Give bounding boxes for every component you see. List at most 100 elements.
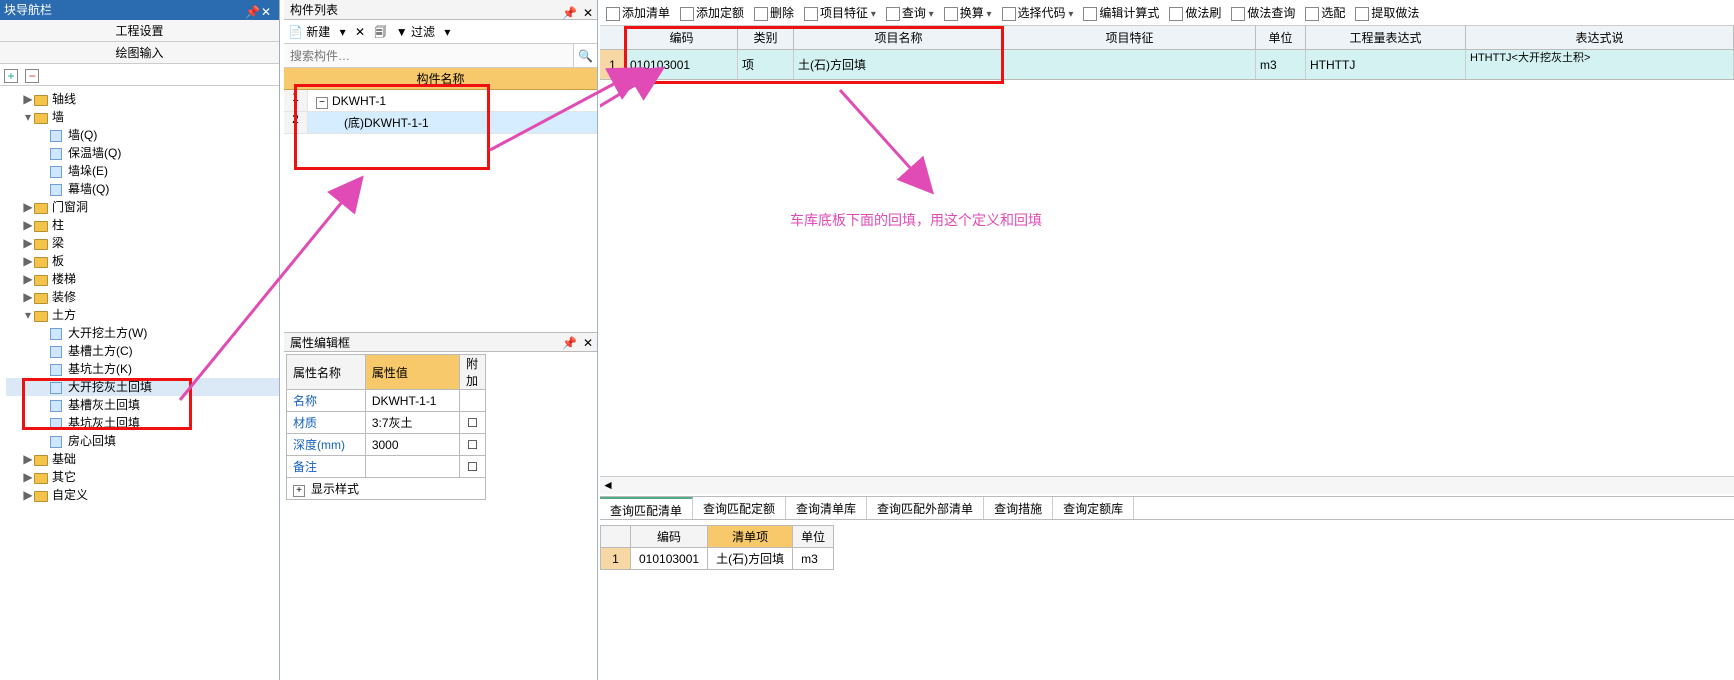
delete-icon[interactable]: ✕ xyxy=(355,25,365,39)
toolbar-选配[interactable]: 选配 xyxy=(1305,0,1345,26)
cell-unit[interactable]: m3 xyxy=(1256,50,1306,79)
tree-item[interactable]: ▶装修 xyxy=(6,288,279,306)
property-last-row[interactable]: +显示样式 xyxy=(287,478,486,500)
tree-item[interactable]: ▶梁 xyxy=(6,234,279,252)
tree-item[interactable]: ▶门窗洞 xyxy=(6,198,279,216)
filter-button[interactable]: ▼ 过滤 ▾ xyxy=(396,25,451,39)
toolbar-删除[interactable]: 删除 xyxy=(754,0,794,26)
col-expr[interactable]: 工程量表达式 xyxy=(1306,26,1466,49)
bcell-item[interactable]: 土(石)方回填 xyxy=(708,548,793,570)
nav-tree[interactable]: ▶轴线▾墙墙(Q)保温墙(Q)墙垛(E)幕墙(Q)▶门窗洞▶柱▶梁▶板▶楼梯▶装… xyxy=(0,86,279,680)
copy-icon[interactable]: 🗐 xyxy=(374,25,386,39)
tree-item[interactable]: 大开挖土方(W) xyxy=(6,324,279,342)
bcol-unit[interactable]: 单位 xyxy=(793,526,834,548)
tree-item[interactable]: 基槽灰土回填 xyxy=(6,396,279,414)
search-input[interactable] xyxy=(284,44,573,67)
bottom-tab[interactable]: 查询定额库 xyxy=(1053,497,1134,519)
col-desc[interactable]: 表达式说 xyxy=(1466,26,1734,49)
toolbar-项目特征[interactable]: 项目特征 xyxy=(804,0,876,28)
tree-item[interactable]: ▶楼梯 xyxy=(6,270,279,288)
cell-cat[interactable]: 项 xyxy=(738,50,794,79)
col-cat[interactable]: 类别 xyxy=(738,26,794,49)
property-row[interactable]: 备注☐ xyxy=(287,456,486,478)
toolbar-查询[interactable]: 查询 xyxy=(886,0,934,28)
collapse-all-button[interactable]: − xyxy=(25,69,39,83)
tree-item[interactable]: ▶其它 xyxy=(6,468,279,486)
tree-item[interactable]: ▶轴线 xyxy=(6,90,279,108)
pin-icon[interactable]: 📌 xyxy=(562,333,577,353)
component-title-bar: 构件列表 📌 ✕ xyxy=(284,0,597,20)
col-idx xyxy=(600,26,626,49)
search-icon[interactable]: 🔍 xyxy=(573,44,597,67)
toolbar-做法查询[interactable]: 做法查询 xyxy=(1231,0,1295,26)
bottom-grid-row[interactable]: 1 010103001 土(石)方回填 m3 xyxy=(601,548,834,570)
property-title: 属性编辑框 xyxy=(290,336,350,350)
close-icon[interactable]: ✕ xyxy=(261,2,275,16)
bcol-item[interactable]: 清单项 xyxy=(708,526,793,548)
pin-icon[interactable]: 📌 xyxy=(562,3,577,23)
toolbar-添加清单[interactable]: 添加清单 xyxy=(606,0,670,26)
tree-item[interactable]: 墙(Q) xyxy=(6,126,279,144)
right-grid-row[interactable]: 1 010103001 项 土(石)方回填 m3 HTHTTJ HTHTTJ<大… xyxy=(600,50,1734,80)
bottom-tab[interactable]: 查询匹配清单 xyxy=(600,497,693,519)
component-row[interactable]: 1−DKWHT-1 xyxy=(284,90,597,112)
bcell-unit[interactable]: m3 xyxy=(793,548,834,570)
tree-item[interactable]: 房心回填 xyxy=(6,432,279,450)
property-header-row: 属性名称 属性值 附加 xyxy=(287,355,486,390)
toolbar-编辑计算式[interactable]: 编辑计算式 xyxy=(1083,0,1159,26)
tree-item[interactable]: ▾墙 xyxy=(6,108,279,126)
nav-title: 块导航栏 xyxy=(4,3,52,17)
tree-item[interactable]: ▶自定义 xyxy=(6,486,279,504)
tree-item[interactable]: 基槽土方(C) xyxy=(6,342,279,360)
cell-name[interactable]: 土(石)方回填 xyxy=(794,50,1004,79)
cell-code[interactable]: 010103001 xyxy=(626,50,738,79)
toolbar-添加定额[interactable]: 添加定额 xyxy=(680,0,744,26)
annotation-text: 车库底板下面的回填，用这个定义和回填 xyxy=(790,210,1042,230)
close-icon[interactable]: ✕ xyxy=(583,3,593,23)
nav-subheader-2[interactable]: 绘图输入 xyxy=(0,42,279,64)
property-row[interactable]: 深度(mm)3000☐ xyxy=(287,434,486,456)
toolbar-选择代码[interactable]: 选择代码 xyxy=(1002,0,1074,28)
bottom-tabs: 查询匹配清单查询匹配定额查询清单库查询匹配外部清单查询措施查询定额库 xyxy=(600,496,1734,520)
tree-item[interactable]: 大开挖灰土回填 xyxy=(6,378,279,396)
toolbar-做法刷[interactable]: 做法刷 xyxy=(1169,0,1221,26)
cell-expr[interactable]: HTHTTJ xyxy=(1306,50,1466,79)
right-panel: 添加清单添加定额删除项目特征查询换算选择代码编辑计算式做法刷做法查询选配提取做法… xyxy=(600,0,1734,680)
component-panel: 构件列表 📌 ✕ 📄 新建 ▾ ✕ 🗐 ▼ 过滤 ▾ 🔍 构件名称 1−DKWH… xyxy=(284,0,598,680)
expand-all-button[interactable]: + xyxy=(4,69,18,83)
tree-item[interactable]: ▶板 xyxy=(6,252,279,270)
tree-item[interactable]: 基坑土方(K) xyxy=(6,360,279,378)
bcell-code[interactable]: 010103001 xyxy=(631,548,708,570)
tree-item[interactable]: ▶柱 xyxy=(6,216,279,234)
col-name[interactable]: 项目名称 xyxy=(794,26,1004,49)
toolbar-提取做法[interactable]: 提取做法 xyxy=(1355,0,1419,26)
tree-item[interactable]: 基坑灰土回填 xyxy=(6,414,279,432)
col-code[interactable]: 编码 xyxy=(626,26,738,49)
tree-item[interactable]: ▶基础 xyxy=(6,450,279,468)
nav-subheader-1[interactable]: 工程设置 xyxy=(0,20,279,42)
col-unit[interactable]: 单位 xyxy=(1256,26,1306,49)
col-attr[interactable]: 项目特征 xyxy=(1004,26,1256,49)
bottom-tab[interactable]: 查询匹配外部清单 xyxy=(867,497,984,519)
component-row[interactable]: 2(底)DKWHT-1-1 xyxy=(284,112,597,134)
new-button[interactable]: 📄 新建 ▾ xyxy=(288,25,346,39)
tree-item[interactable]: ▾土方 xyxy=(6,306,279,324)
toolbar-换算[interactable]: 换算 xyxy=(944,0,992,28)
bottom-tab[interactable]: 查询匹配定额 xyxy=(693,497,786,519)
nav-title-bar: 块导航栏 📌 ✕ xyxy=(0,0,279,20)
property-row[interactable]: 名称DKWHT-1-1 xyxy=(287,390,486,412)
nav-panel: 块导航栏 📌 ✕ 工程设置 绘图输入 + − ▶轴线▾墙墙(Q)保温墙(Q)墙垛… xyxy=(0,0,280,680)
bottom-tab[interactable]: 查询措施 xyxy=(984,497,1053,519)
property-row[interactable]: 材质3:7灰土☐ xyxy=(287,412,486,434)
component-rows: 1−DKWHT-12(底)DKWHT-1-1 xyxy=(284,90,597,134)
tree-item[interactable]: 墙垛(E) xyxy=(6,162,279,180)
pin-icon[interactable]: 📌 xyxy=(245,2,259,16)
bcol-code[interactable]: 编码 xyxy=(631,526,708,548)
tree-item[interactable]: 保温墙(Q) xyxy=(6,144,279,162)
cell-attr[interactable] xyxy=(1004,50,1256,79)
tree-item[interactable]: 幕墙(Q) xyxy=(6,180,279,198)
close-icon[interactable]: ✕ xyxy=(583,333,593,353)
h-scrollbar[interactable]: ◄ xyxy=(600,476,1734,494)
cell-desc[interactable]: HTHTTJ<大开挖灰土积> xyxy=(1466,50,1734,79)
bottom-tab[interactable]: 查询清单库 xyxy=(786,497,867,519)
